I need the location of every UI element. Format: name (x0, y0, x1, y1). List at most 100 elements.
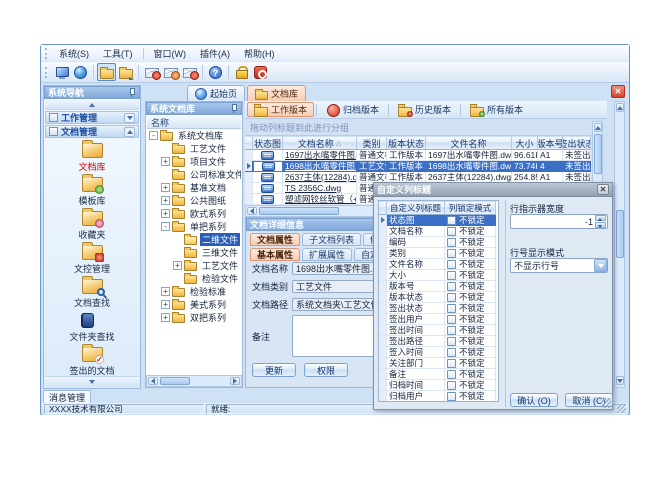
tab-history-version[interactable]: 历史版本 (391, 102, 458, 117)
detail-subtab-基本属性[interactable]: 基本属性 (250, 248, 300, 261)
column-header-4[interactable]: 版本状态 (387, 136, 426, 150)
folder-switch-button[interactable] (116, 63, 135, 81)
help-button[interactable] (206, 63, 225, 81)
tab-start-page[interactable]: 起始页 (187, 85, 245, 101)
scroll-up-arrow[interactable] (616, 103, 624, 112)
dialog-grid-row[interactable]: 类别不锁定 (379, 248, 498, 259)
menu-item-2[interactable]: 工具(T) (96, 45, 140, 62)
checkbox-unchecked-icon[interactable] (447, 216, 456, 225)
tree-node[interactable]: 三维文件 (147, 246, 241, 259)
menu-item-4[interactable]: 插件(A) (193, 45, 237, 62)
dialog-title-bar[interactable]: 自定义列标题 ✕ (374, 183, 612, 197)
expander-plus-icon[interactable]: + (161, 209, 170, 218)
tree-column-header[interactable]: 名称 (147, 116, 241, 129)
detail-tab-文档属性[interactable]: 文档属性 (250, 233, 300, 246)
tree-node[interactable]: 工艺文件 (147, 142, 241, 155)
dialog-grid-row[interactable]: 签入时间不锁定 (379, 347, 498, 358)
ok-button[interactable]: 确认 (O) (510, 393, 558, 407)
tree-node[interactable]: -单把系列 (147, 220, 241, 233)
tab-all-versions[interactable]: 所有版本 (463, 102, 530, 117)
tab-library[interactable]: 文档库 (247, 85, 306, 101)
nav-group-work[interactable]: 工作管理 (45, 111, 139, 124)
chevron-down-icon[interactable] (594, 259, 607, 272)
menu-item-5[interactable]: 帮助(H) (237, 45, 282, 62)
permission-button[interactable]: 权限 (304, 363, 348, 377)
checkbox-unchecked-icon[interactable] (447, 238, 456, 247)
checkbox-unchecked-icon[interactable] (447, 304, 456, 313)
tree-hscrollbar[interactable] (146, 375, 242, 387)
lock-button[interactable] (232, 63, 251, 81)
dialog-grid-row[interactable]: 签出用户不锁定 (379, 314, 498, 325)
dialog-column-header-1[interactable]: 自定义列标题 (387, 201, 445, 215)
mail-send-button[interactable] (180, 63, 199, 81)
dialog-grid-row[interactable]: 关注部门不锁定 (379, 358, 498, 369)
scroll-right-arrow[interactable] (230, 377, 240, 385)
scroll-thumb[interactable] (616, 210, 624, 258)
tree-node[interactable]: +检验标准 (147, 285, 241, 298)
checkbox-unchecked-icon[interactable] (447, 282, 456, 291)
sidebar-item-checked-out[interactable]: ✓签出的文档 (45, 343, 139, 375)
drag-grip[interactable] (45, 48, 48, 59)
open-folder-button[interactable] (97, 63, 116, 81)
column-header-7[interactable]: 版本号 (538, 136, 563, 150)
checkbox-unchecked-icon[interactable] (447, 315, 456, 324)
detail-subtab-扩展属性[interactable]: 扩展属性 (302, 248, 352, 261)
checkbox-unchecked-icon[interactable] (447, 348, 456, 357)
scroll-thumb[interactable] (160, 377, 190, 385)
checkbox-unchecked-icon[interactable] (447, 392, 456, 401)
dialog-close-button[interactable]: ✕ (597, 184, 609, 195)
dialog-grid-row[interactable]: 版本号不锁定 (379, 281, 498, 292)
column-header-6[interactable]: 大小 (512, 136, 538, 150)
outer-vscrollbar[interactable] (614, 101, 625, 388)
sidebar-item-library[interactable]: 文档库 (45, 139, 139, 173)
pin-icon[interactable] (127, 88, 136, 97)
row-number-mode-select[interactable]: 不显示行号 (510, 258, 608, 273)
pin-icon[interactable] (229, 104, 238, 113)
scroll-left-arrow[interactable] (148, 377, 158, 385)
dialog-column-header-2[interactable]: 列锁定模式 (445, 201, 496, 215)
dialog-grid-row[interactable]: 大小不锁定 (379, 270, 498, 281)
mail-receive-button[interactable] (161, 63, 180, 81)
stop-button[interactable] (251, 63, 270, 81)
detail-tab-子文档列表[interactable]: 子文档列表 (302, 233, 361, 246)
expander-minus-icon[interactable]: - (149, 131, 158, 140)
dialog-grid-row[interactable]: 签出路径不锁定 (379, 336, 498, 347)
sidebar-item-doc-control[interactable]: 文控管理 (45, 241, 139, 275)
column-header-3[interactable]: 类别 (357, 136, 387, 150)
tree-node[interactable]: 公司标准文件 (147, 168, 241, 181)
checkbox-unchecked-icon[interactable] (447, 293, 456, 302)
dialog-grid-row[interactable]: 文档名称不锁定 (379, 226, 498, 237)
menu-item-3[interactable]: 窗口(W) (147, 45, 194, 62)
sidebar-item-favorites[interactable]: 收藏夹 (45, 207, 139, 241)
expander-plus-icon[interactable]: + (161, 157, 170, 166)
checkbox-unchecked-icon[interactable] (447, 260, 456, 269)
tree-node[interactable]: +双把系列 (147, 311, 241, 324)
dialog-grid-row[interactable]: 文件名称不锁定 (379, 259, 498, 270)
nav-scroll-down[interactable] (45, 376, 139, 387)
expander-minus-icon[interactable]: - (161, 222, 170, 231)
sidebar-item-folder-search[interactable]: 文件夹查找 (45, 309, 139, 343)
tree-node[interactable]: +工艺文件 (147, 259, 241, 272)
spin-down-icon[interactable] (595, 222, 606, 228)
expander-plus-icon[interactable]: + (161, 313, 170, 322)
menu-item-1[interactable]: 系统(S) (52, 45, 96, 62)
update-button[interactable]: 更新 (252, 363, 296, 377)
dialog-grid-row[interactable]: 状态图不锁定 (379, 215, 498, 226)
checkbox-unchecked-icon[interactable] (447, 326, 456, 335)
tab-archive-version[interactable]: 归档版本 (319, 102, 386, 117)
column-header-1[interactable]: 状态图 (253, 136, 283, 150)
dialog-grid-row[interactable]: 备注不锁定 (379, 369, 498, 380)
nav-group-toggle[interactable] (124, 127, 135, 137)
expander-plus-icon[interactable]: + (161, 300, 170, 309)
globe-button[interactable] (71, 63, 90, 81)
scroll-thumb[interactable] (259, 207, 339, 215)
dialog-resize-grip[interactable] (601, 398, 611, 408)
dialog-grid-row[interactable]: 版本状态不锁定 (379, 292, 498, 303)
monitor-button[interactable] (52, 63, 71, 81)
nav-group-toggle[interactable] (124, 113, 135, 123)
tree-node[interactable]: -系统文档库 (147, 129, 241, 142)
checkbox-unchecked-icon[interactable] (447, 359, 456, 368)
table-row[interactable]: 1698出水嘴零件图.dwg工艺文件工作版本1698出水嘴零件图.dwg73.7… (245, 161, 591, 172)
scroll-left-arrow[interactable] (247, 207, 257, 215)
sidebar-item-template-library[interactable]: 模板库 (45, 173, 139, 207)
